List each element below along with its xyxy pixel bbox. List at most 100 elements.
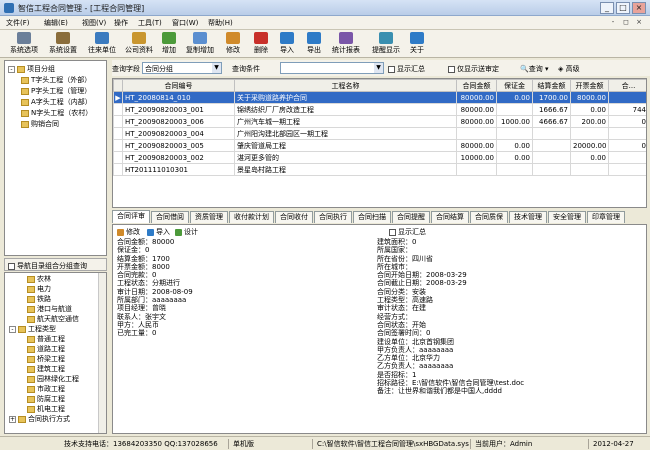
add-button[interactable]: 增加 <box>158 32 180 56</box>
show-summary-checkbox[interactable]: 显示汇总 <box>388 64 425 74</box>
table-row[interactable]: ▶ HT_20080814_010 关于采购道路养护合同 80000.00 0.… <box>113 91 646 104</box>
cell-invoice[interactable]: 0.00 <box>570 103 609 116</box>
cell-invoice[interactable]: 20000.00 <box>570 139 609 152</box>
tree-node-project-group[interactable]: - 项目分组 <box>8 64 55 74</box>
tree-node-execution-mode[interactable]: + 合同执行方式 <box>9 414 70 424</box>
cell-amount[interactable]: 80000.00 <box>456 139 497 152</box>
column-header-contract-amount[interactable]: 合同金额 <box>456 79 497 92</box>
table-row[interactable]: HT_20090820003_006 广州汽车城一期工程 80000.00 10… <box>113 115 646 128</box>
cell-project-name[interactable]: 关于采购道路养护合同 <box>234 91 457 104</box>
cell-deposit[interactable]: 0.00 <box>496 91 533 104</box>
cell-amount[interactable] <box>456 127 497 140</box>
query-button[interactable]: 🔍查询 ▾ <box>520 64 548 74</box>
cell-settlement[interactable]: 1700.00 <box>532 91 571 104</box>
menu-edit[interactable]: 编辑(E) <box>44 18 68 28</box>
column-header-project-name[interactable]: 工程名称 <box>234 79 457 92</box>
tree-node-a-projects[interactable]: A字头工程（内部） <box>21 97 92 107</box>
mdi-minimize-button[interactable]: - <box>608 18 618 27</box>
cell-deposit[interactable] <box>496 127 533 140</box>
cell-amount[interactable]: 80000.00 <box>456 115 497 128</box>
cell-project-name[interactable]: 湛河更多管的 <box>234 151 457 164</box>
tree-node-anticorrosion[interactable]: 防腐工程 <box>27 394 65 404</box>
table-row[interactable]: HT_20090820003_005 肇庆管道局工程 80000.00 0.00… <box>113 139 646 152</box>
cell-invoice[interactable] <box>570 127 609 140</box>
tab-tech-management[interactable]: 技术管理 <box>509 211 547 223</box>
collapse-toggle[interactable]: - <box>8 65 15 73</box>
edit-button[interactable]: 修改 <box>222 32 244 56</box>
cell-amount[interactable]: 10000.00 <box>456 151 497 164</box>
query-field-select[interactable]: 合同分组 ▼ <box>142 62 222 74</box>
tab-contract-warranty[interactable]: 合同质保 <box>470 211 508 223</box>
system-options-button[interactable]: 系统选项 <box>6 32 42 56</box>
partner-units-button[interactable]: 往来单位 <box>84 32 120 56</box>
menu-operation[interactable]: 操作 <box>114 18 128 28</box>
cell-contract-no[interactable]: HT_20090820003_005 <box>122 139 235 152</box>
cell-more[interactable] <box>608 151 646 164</box>
close-button[interactable]: × <box>632 2 646 14</box>
cell-more[interactable] <box>608 91 646 104</box>
tree-node-aerospace[interactable]: 航天航空通信 <box>27 314 79 324</box>
tree-node-electromechanical[interactable]: 机电工程 <box>27 404 65 414</box>
approval-only-checkbox[interactable]: 仅显示送审定 <box>448 64 499 74</box>
cell-deposit[interactable] <box>496 163 533 176</box>
cell-settlement[interactable]: 4666.67 <box>532 115 571 128</box>
tree-node-p-projects[interactable]: P字头工程（管理） <box>21 86 91 96</box>
column-header-more[interactable]: 合... <box>608 79 646 92</box>
cell-amount[interactable]: 80000.00 <box>456 103 497 116</box>
cell-settlement[interactable] <box>532 127 571 140</box>
tree-node-n-projects[interactable]: N字头工程（农村） <box>21 108 92 118</box>
tree-node-t-projects[interactable]: T字头工程（外部） <box>21 75 91 85</box>
statistics-report-button[interactable]: 统计报表 <box>328 32 364 56</box>
import-button[interactable]: 导入 <box>276 32 298 56</box>
column-header-settlement[interactable]: 结算金额 <box>532 79 571 92</box>
collapse-toggle[interactable]: - <box>9 325 16 333</box>
cell-project-name[interactable]: 景星岛村路工程 <box>234 163 457 176</box>
tree-scrollbar[interactable] <box>98 273 106 433</box>
nav-group-query-header[interactable]: 导航目录组合分组查询 <box>4 258 107 271</box>
cell-more[interactable]: 744 <box>608 103 646 116</box>
system-settings-button[interactable]: 系统设置 <box>45 32 81 56</box>
tree-node-project-type[interactable]: - 工程类型 <box>9 324 56 334</box>
tree-node-railway[interactable]: 铁路 <box>27 294 51 304</box>
cell-amount[interactable]: 80000.00 <box>456 91 497 104</box>
reminder-display-button[interactable]: 提醒显示 <box>368 32 404 56</box>
copy-add-button[interactable]: 复制增加 <box>183 32 217 56</box>
cell-settlement[interactable]: 1666.67 <box>532 103 571 116</box>
tree-node-general[interactable]: 普通工程 <box>27 334 65 344</box>
tree-node-power[interactable]: 电力 <box>27 284 51 294</box>
checkbox-icon[interactable] <box>8 262 15 270</box>
cell-deposit[interactable]: 0.00 <box>496 151 533 164</box>
mdi-restore-button[interactable]: ◻ <box>621 18 631 27</box>
cell-more[interactable] <box>608 163 646 176</box>
cell-contract-no[interactable]: HT_20090820003_002 <box>122 151 235 164</box>
menu-window[interactable]: 窗口(W) <box>172 18 198 28</box>
tab-contract-review[interactable]: 合同评审 <box>112 210 150 223</box>
company-info-button[interactable]: 公司资料 <box>122 32 156 56</box>
tab-contract-reminder[interactable]: 合同提醒 <box>392 211 430 223</box>
table-row[interactable]: HT_20090820003_002 湛河更多管的 10000.00 0.00 … <box>113 151 646 164</box>
tab-seal-management[interactable]: 印章管理 <box>587 211 625 223</box>
table-row[interactable]: HT_20090820003_001 锦绣纺织厂厂房改造工程 80000.00 … <box>113 103 646 116</box>
advanced-button[interactable]: ◈ 高级 <box>558 64 580 74</box>
cell-contract-no[interactable]: HT_20090820003_004 <box>122 127 235 140</box>
tab-contract-scan[interactable]: 合同扫描 <box>353 211 391 223</box>
cell-more[interactable]: 0 <box>608 115 646 128</box>
menu-view[interactable]: 视图(V) <box>82 18 106 28</box>
cell-contract-no[interactable]: HT_20090820003_006 <box>122 115 235 128</box>
tree-node-purchase-contracts[interactable]: 购销合同 <box>21 119 59 129</box>
menu-tools[interactable]: 工具(T) <box>138 18 162 28</box>
cell-settlement[interactable] <box>532 151 571 164</box>
export-button[interactable]: 导出 <box>303 32 325 56</box>
expand-toggle[interactable]: + <box>9 415 16 423</box>
tab-qualification[interactable]: 资质管理 <box>190 211 228 223</box>
menu-help[interactable]: 帮助(H) <box>208 18 233 28</box>
mdi-close-button[interactable]: × <box>634 18 644 27</box>
tab-contract-borrow[interactable]: 合同借阅 <box>151 211 189 223</box>
minimize-button[interactable]: _ <box>600 2 614 14</box>
cell-project-name[interactable]: 锦绣纺织厂厂房改造工程 <box>234 103 457 116</box>
tab-safety-management[interactable]: 安全管理 <box>548 211 586 223</box>
cell-more[interactable]: 0 <box>608 139 646 152</box>
tree-node-municipal[interactable]: 市政工程 <box>27 384 65 394</box>
cell-invoice[interactable] <box>570 163 609 176</box>
tree-node-building[interactable]: 建筑工程 <box>27 364 65 374</box>
